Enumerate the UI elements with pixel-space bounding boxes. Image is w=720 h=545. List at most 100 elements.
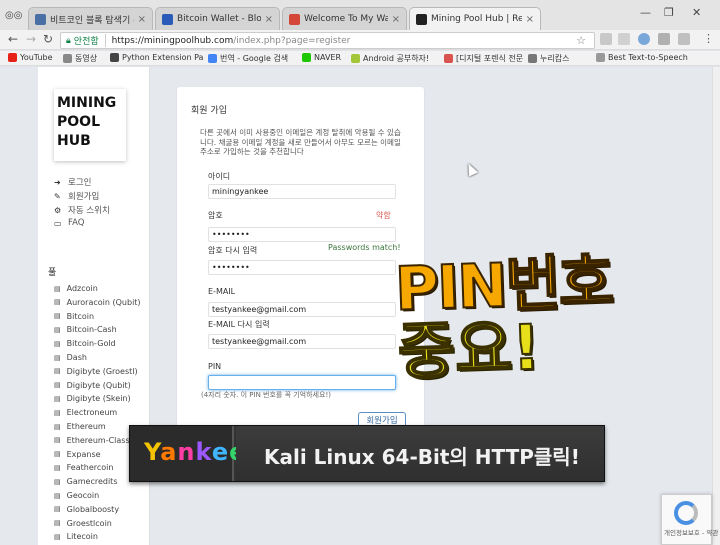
coin-item[interactable]: ▤ Ethereum-Classic xyxy=(54,436,136,445)
brand-letter: n xyxy=(177,438,196,466)
email-confirm-field[interactable]: testyankee@gmail.com xyxy=(208,334,396,349)
minimize-icon[interactable]: — xyxy=(640,6,651,19)
bookmark-item[interactable]: YouTube xyxy=(8,53,53,62)
email-field[interactable]: testyankee@gmail.com xyxy=(208,302,396,317)
extension-icon[interactable] xyxy=(618,33,630,45)
coin-label: Gamecredits xyxy=(66,477,118,487)
bookmark-item[interactable]: NAVER xyxy=(302,53,341,62)
page-scrollbar[interactable] xyxy=(712,67,720,545)
sidebar-item-label: 자동 스위치 xyxy=(68,206,110,216)
address-bar-row: ← → ↻ 🔒︎ 안전함 https://miningpoolhub.com/i… xyxy=(0,30,720,50)
coin-item[interactable]: ▤ Digibyte (Skein) xyxy=(54,394,131,403)
bookmark-icon xyxy=(8,53,17,62)
coin-label: Auroracoin (Qubit) xyxy=(66,297,141,307)
forward-icon[interactable]: → xyxy=(26,32,36,46)
list-icon: ▤ xyxy=(54,353,61,362)
bookmark-label: NAVER xyxy=(314,53,342,62)
sidebar-item[interactable]: ▭ FAQ xyxy=(54,218,84,228)
banner-brand-box: Yankee xyxy=(130,426,245,481)
tab-title: 비트코인 블록 탐색기 - xyxy=(50,15,134,26)
overlay-caption-pin: PIN번호 xyxy=(393,246,614,326)
close-tab-icon[interactable]: × xyxy=(265,14,273,25)
coin-item[interactable]: ▤ Ethereum xyxy=(54,422,106,431)
bookmark-item[interactable]: 번역 - Google 검색 xyxy=(208,53,288,64)
coin-item[interactable]: ▤ Bitcoin-Cash xyxy=(54,325,117,334)
bookmark-item[interactable]: 동영상 xyxy=(63,53,97,64)
close-tab-icon[interactable]: × xyxy=(526,14,534,25)
list-icon: ▤ xyxy=(54,339,61,348)
coin-item[interactable]: ▤ Litecoin xyxy=(54,532,98,541)
username-field[interactable]: miningyankee xyxy=(208,184,396,199)
bookmark-item[interactable]: [디지털 포렌식 전문 xyxy=(444,53,523,64)
coin-item[interactable]: ▤ Digibyte (Groestl) xyxy=(54,367,138,376)
coin-item[interactable]: ▤ Gamecredits xyxy=(54,477,117,486)
browser-tab-3[interactable]: Welcome To My Wallet × xyxy=(282,7,407,30)
close-tab-icon[interactable]: × xyxy=(392,14,400,25)
close-tab-icon[interactable]: × xyxy=(138,14,146,25)
coin-item[interactable]: ▤ Groestlcoin xyxy=(54,519,112,528)
browser-tab-2[interactable]: Bitcoin Wallet - Blockc × xyxy=(155,7,280,30)
url-path: /index.php?page=register xyxy=(233,35,351,46)
password-field[interactable]: •••••••• xyxy=(208,227,396,242)
sidebar-item[interactable]: ➜ 로그인 xyxy=(54,176,91,189)
maximize-icon[interactable]: ❐ xyxy=(664,6,674,19)
pin-field[interactable] xyxy=(208,375,396,390)
coin-label: Bitcoin-Gold xyxy=(66,339,116,349)
recaptcha-icon xyxy=(674,501,698,525)
url-text: https://miningpoolhub.com/index.php?page… xyxy=(112,36,351,46)
browser-tab-1[interactable]: 비트코인 블록 탐색기 - × xyxy=(28,7,153,30)
coin-item[interactable]: ▤ Auroracoin (Qubit) xyxy=(54,298,141,307)
extension-icon[interactable] xyxy=(678,33,690,45)
bookmark-item[interactable]: Android 공부하자! xyxy=(351,53,429,64)
subtitle-banner: Yankee Kali Linux 64-Bit의 HTTP클릭! xyxy=(129,425,605,482)
extension-icon[interactable] xyxy=(658,33,670,45)
menu-icon[interactable]: ⋮ xyxy=(703,32,714,45)
coin-item[interactable]: ▤ Globalboosty xyxy=(54,505,119,514)
bookmark-label: [디지털 포렌식 전문 xyxy=(456,54,524,63)
back-icon[interactable]: ← xyxy=(8,32,18,46)
extension-icon[interactable] xyxy=(638,33,650,45)
sidebar-item-label: FAQ xyxy=(68,218,85,228)
password-confirm-field[interactable]: •••••••• xyxy=(208,260,396,275)
password-match-status: Passwords match! xyxy=(328,243,401,252)
recaptcha-badge[interactable]: 개인정보보호 - 약관 xyxy=(661,494,718,545)
coin-label: Feathercoin xyxy=(66,463,114,473)
coin-item[interactable]: ▤ Feathercoin xyxy=(54,463,113,472)
brand-letter: k xyxy=(195,438,212,466)
sidebar-item[interactable]: ⚙ 자동 스위치 xyxy=(54,204,110,217)
coin-item[interactable]: ▤ Bitcoin-Gold xyxy=(54,339,116,348)
coin-item[interactable]: ▤ Adzcoin xyxy=(54,284,98,293)
tab-favicon xyxy=(35,13,46,25)
coin-item[interactable]: ▤ Dash xyxy=(54,353,87,362)
bookmark-icon xyxy=(63,54,72,63)
url-input[interactable]: 🔒︎ 안전함 https://miningpoolhub.com/index.p… xyxy=(60,32,595,49)
list-icon: ▤ xyxy=(54,436,61,445)
bookmark-item[interactable]: Python Extension Pa xyxy=(110,53,203,62)
site-logo[interactable]: MINING POOL HUB xyxy=(54,89,126,161)
reload-icon[interactable]: ↻ xyxy=(43,32,53,46)
logo-line: MINING xyxy=(57,95,117,111)
secure-label: 안전함 xyxy=(74,34,106,47)
coin-label: Bitcoin-Cash xyxy=(66,325,117,335)
coin-label: Expanse xyxy=(66,449,101,459)
banner-message-box: Kali Linux 64-Bit의 HTTP클릭! xyxy=(236,426,604,481)
extension-icon[interactable] xyxy=(600,33,612,45)
sidebar-item[interactable]: ✎ 회원가입 xyxy=(54,190,99,203)
bookmark-item[interactable]: Best Text-to-Speech xyxy=(596,53,688,62)
coin-item[interactable]: ▤ Digibyte (Qubit) xyxy=(54,381,131,390)
coin-item[interactable]: ▤ Geocoin xyxy=(54,491,99,500)
coin-label: Digibyte (Qubit) xyxy=(66,380,131,390)
coin-item[interactable]: ▤ Bitcoin xyxy=(54,312,94,321)
coin-label: Geocoin xyxy=(66,491,100,500)
list-icon: ▤ xyxy=(54,312,61,321)
overlay-caption-important: 중요! xyxy=(396,310,543,390)
coin-item[interactable]: ▤ Expanse xyxy=(54,450,101,459)
coin-item[interactable]: ▤ Electroneum xyxy=(54,408,117,417)
coin-label: Ethereum-Classic xyxy=(66,435,137,445)
brand-logo: Yankee xyxy=(144,438,246,466)
close-window-icon[interactable]: ✕ xyxy=(692,6,701,19)
coin-label: Digibyte (Groestl) xyxy=(66,366,138,376)
bookmark-item[interactable]: 누리캅스 xyxy=(528,53,569,64)
bookmark-star-icon[interactable]: ☆ xyxy=(576,34,586,47)
browser-tab-4[interactable]: Mining Pool Hub | Regis × xyxy=(409,7,541,30)
